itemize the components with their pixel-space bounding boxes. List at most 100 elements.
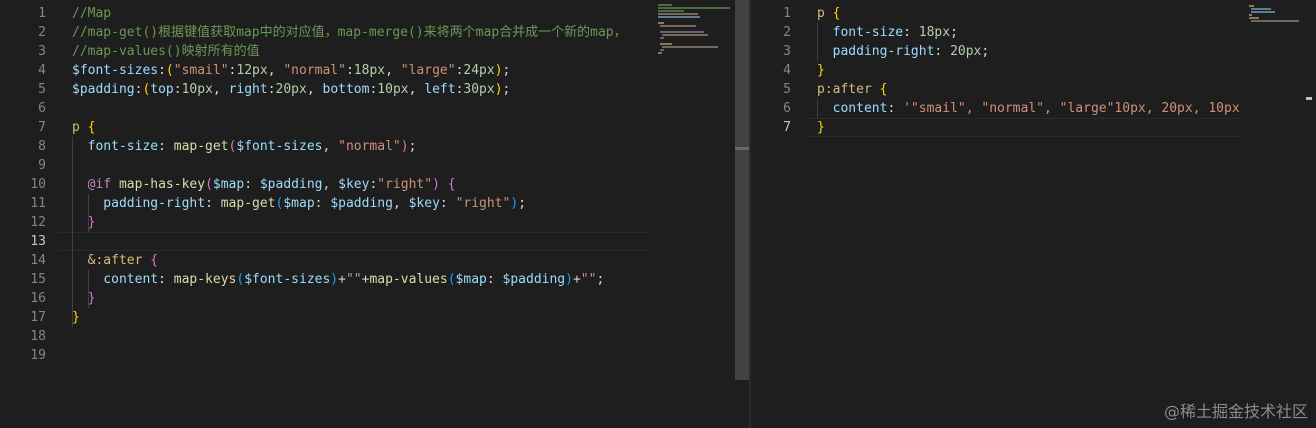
code-text[interactable]: p {	[72, 118, 95, 137]
code-line[interactable]: 3 padding-right: 20px;	[751, 42, 989, 61]
code-line[interactable]: 9	[0, 156, 46, 175]
code-token: +	[338, 272, 346, 287]
code-text[interactable]: }	[72, 213, 96, 232]
code-text[interactable]: p:after {	[817, 80, 887, 99]
code-line[interactable]: 2 font-size: 18px;	[751, 23, 958, 42]
code-token: &:after	[72, 253, 151, 268]
code-line[interactable]: 7}	[751, 118, 825, 137]
left-vertical-scrollbar[interactable]	[735, 0, 749, 380]
code-line[interactable]: 5 $padding:(top:10px, right:20px, bottom:…	[0, 80, 510, 99]
line-number: 4	[38, 63, 46, 78]
code-token: ,	[408, 82, 425, 97]
left-overview-ruler-mark	[735, 147, 749, 150]
code-line[interactable]: 14 &:after {	[0, 251, 158, 270]
line-number: 1	[38, 6, 46, 21]
code-token: p	[72, 120, 88, 135]
code-token: @if	[72, 177, 119, 192]
code-token: "large"	[400, 63, 456, 78]
right-overview-ruler-mark	[1306, 97, 1312, 100]
code-line[interactable]: 1 //Map	[0, 4, 111, 23]
code-line[interactable]: 15 content: map-keys($font-sizes)+""+map…	[0, 270, 604, 289]
code-line[interactable]: 6	[0, 99, 46, 118]
code-token: left	[424, 82, 456, 97]
code-line[interactable]: 11 padding-right: map-get($map: $padding…	[0, 194, 526, 213]
code-token: :	[934, 44, 951, 59]
code-token: $map	[455, 272, 487, 287]
line-number: 18	[30, 329, 46, 344]
code-text[interactable]: &:after {	[72, 251, 158, 270]
code-token: 20px	[275, 82, 307, 97]
line-number: 14	[30, 253, 46, 268]
code-token: ""	[345, 272, 362, 287]
code-token: //map-values()映射所有的值	[72, 44, 260, 59]
code-token: (	[447, 272, 456, 287]
code-token: padding-right	[72, 196, 206, 211]
code-line[interactable]: 6 content: '"smail", "normal", "large"10…	[751, 99, 1247, 118]
code-line[interactable]: 1 p {	[751, 4, 840, 23]
code-line[interactable]: 7 p {	[0, 118, 95, 137]
code-token: ;	[502, 63, 511, 78]
code-line[interactable]: 16 }	[0, 289, 95, 308]
code-text[interactable]: //map-values()映射所有的值	[72, 42, 260, 61]
code-token: '"smail", "normal", "large"10px, 20px, 1…	[903, 101, 1248, 116]
right-editor-pane[interactable]: 1p {2 font-size: 18px; 3 padding-right: 2…	[751, 0, 1316, 428]
code-token: +	[572, 272, 581, 287]
code-token: 18px	[353, 63, 386, 78]
current-line-highlight	[58, 232, 650, 251]
code-token: ;	[408, 139, 417, 154]
code-text[interactable]: content: '"smail", "normal", "large"10px…	[817, 99, 1248, 118]
code-line[interactable]: 8 font-size: map-get($font-sizes, "norma…	[0, 137, 416, 156]
code-token: )	[432, 177, 440, 192]
current-line-highlight	[809, 118, 1269, 137]
line-number: 19	[30, 348, 46, 363]
right-vertical-scrollbar[interactable]	[1302, 0, 1316, 428]
code-line[interactable]: 5 p:after {	[751, 80, 887, 99]
code-line[interactable]: 13	[0, 232, 46, 251]
line-number: 2	[38, 25, 46, 40]
line-number: 3	[38, 44, 46, 59]
right-minimap[interactable]	[1241, 0, 1301, 428]
code-text[interactable]: $padding:(top:10px, right:20px, bottom:1…	[72, 80, 510, 99]
code-token: )	[330, 272, 339, 287]
left-scroll-thumb[interactable]	[735, 0, 749, 380]
code-text[interactable]: content: map-keys($font-sizes)+""+map-va…	[72, 270, 604, 289]
code-token: ,	[306, 82, 323, 97]
code-line[interactable]: 18	[0, 327, 46, 346]
code-token: )	[510, 196, 519, 211]
code-text[interactable]: //Map	[72, 4, 111, 23]
left-minimap[interactable]	[650, 0, 734, 428]
code-text[interactable]: }	[72, 289, 96, 308]
code-token: ,	[322, 177, 339, 192]
code-token: :	[158, 63, 166, 78]
code-text[interactable]: font-size: map-get($font-sizes, "normal"…	[72, 137, 417, 156]
code-text[interactable]: $font-sizes:("smail":12px, "normal":18px…	[72, 61, 510, 80]
code-token: $padding	[259, 177, 323, 192]
code-token: }	[72, 310, 80, 325]
code-text[interactable]: }	[72, 308, 80, 327]
code-text[interactable]: }	[817, 61, 825, 80]
code-line[interactable]: 4}	[751, 61, 825, 80]
code-token: ,	[212, 82, 229, 97]
code-line[interactable]: 17}	[0, 308, 79, 327]
code-token: "right"	[455, 196, 511, 211]
code-line[interactable]: 4 $font-sizes:("smail":12px, "normal":18p…	[0, 61, 510, 80]
code-line[interactable]: 2 //map-get()根据键值获取map中的对应值，map-merge()来将…	[0, 23, 626, 42]
code-text[interactable]: }	[817, 118, 825, 137]
code-text[interactable]: padding-right: 20px;	[817, 42, 990, 61]
code-token: :	[244, 177, 260, 192]
code-text[interactable]: font-size: 18px;	[817, 23, 958, 42]
line-number: 12	[30, 215, 46, 230]
code-text[interactable]: p {	[817, 4, 840, 23]
code-text[interactable]: @if map-has-key($map: $padding, $key:"ri…	[72, 175, 456, 194]
left-editor-pane[interactable]: 1 //Map 2 //map-get()根据键值获取map中的对应值，map-mer…	[0, 0, 749, 428]
code-text[interactable]: //map-get()根据键值获取map中的对应值，map-merge()来将两…	[72, 23, 627, 42]
code-line[interactable]: 3 //map-values()映射所有的值	[0, 42, 259, 61]
code-token: :	[158, 139, 174, 154]
code-line[interactable]: 12 }	[0, 213, 95, 232]
code-text[interactable]: padding-right: map-get($map: $padding, $…	[72, 194, 526, 213]
code-token: {	[879, 82, 888, 97]
line-number: 5	[783, 82, 791, 97]
code-line[interactable]: 19	[0, 346, 46, 365]
code-line[interactable]: 10 @if map-has-key($map: $padding, $key:…	[0, 175, 455, 194]
